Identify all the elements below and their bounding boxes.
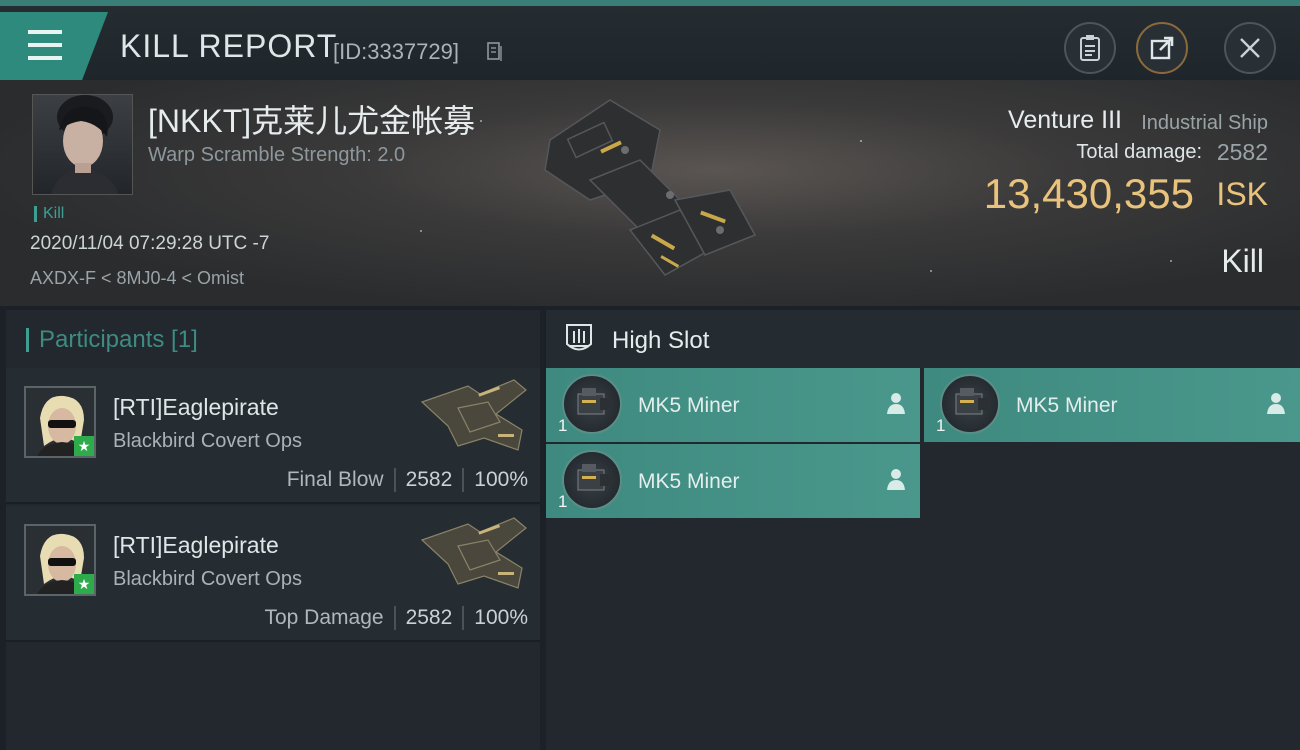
participant-name[interactable]: [RTI]Eaglepirate bbox=[113, 394, 279, 421]
final-blow-label: Final Blow bbox=[286, 468, 384, 491]
miner-module-icon bbox=[940, 374, 1000, 434]
blackbird-ship-icon[interactable] bbox=[418, 374, 530, 458]
total-damage-value: 2582 bbox=[1216, 139, 1268, 165]
menu-button[interactable] bbox=[0, 12, 108, 80]
participant-percent: 100% bbox=[474, 606, 528, 629]
participant-ship: Blackbird Covert Ops bbox=[113, 568, 302, 590]
victim-portrait[interactable] bbox=[32, 94, 133, 195]
participant-ship: Blackbird Covert Ops bbox=[113, 430, 302, 452]
isk-unit: ISK bbox=[1216, 176, 1268, 212]
participant-stats: Final Blow 2582 100% bbox=[287, 468, 528, 492]
fitting-panel: High Slot 1 MK5 Miner 1 MK5 Miner 1 MK5 … bbox=[546, 310, 1300, 750]
module-item[interactable]: 1 MK5 Miner bbox=[546, 368, 920, 442]
total-damage-label: Total damage: bbox=[1076, 141, 1202, 163]
person-icon bbox=[1267, 393, 1285, 414]
pilot-portrait-icon bbox=[51, 95, 119, 194]
miner-module-icon bbox=[562, 450, 622, 510]
kill-tag: Kill bbox=[34, 206, 64, 222]
person-icon bbox=[887, 469, 905, 490]
participants-panel: Participants [1] ★ [RTI]Eaglepirate Blac… bbox=[6, 310, 540, 750]
report-id: [ID:3337729] bbox=[333, 39, 459, 64]
victim-summary: [NKKT]克莱儿尤金帐募 Warp Scramble Strength: 2.… bbox=[0, 80, 1300, 306]
participant-damage: 2582 bbox=[405, 468, 453, 491]
share-icon bbox=[1150, 36, 1174, 60]
participant-stats: Top Damage 2582 100% bbox=[264, 606, 528, 630]
victim-name[interactable]: [NKKT]克莱儿尤金帐募 bbox=[148, 96, 475, 142]
avatar[interactable]: ★ bbox=[24, 524, 96, 596]
menu-icon bbox=[28, 30, 62, 34]
top-bar: KILL REPORT [ID:3337729] bbox=[0, 0, 1300, 80]
warp-scramble-strength: Warp Scramble Strength: 2.0 bbox=[148, 144, 406, 166]
miner-module-icon bbox=[562, 374, 622, 434]
copy-icon[interactable] bbox=[487, 42, 503, 62]
kill-result-label: Kill bbox=[1221, 243, 1264, 279]
top-damage-label: Top Damage bbox=[264, 606, 384, 629]
close-icon bbox=[1240, 38, 1260, 58]
page-title: KILL REPORT bbox=[120, 28, 338, 64]
isk-value: 13,430,355 bbox=[983, 170, 1194, 217]
person-icon bbox=[887, 393, 905, 414]
ship-class: Industrial Ship bbox=[1141, 112, 1268, 134]
high-slot-header: High Slot bbox=[546, 310, 1300, 368]
participant-percent: 100% bbox=[474, 468, 528, 491]
module-item[interactable]: 1 MK5 Miner bbox=[546, 444, 920, 518]
kill-location[interactable]: AXDX-F < 8MJ0-4 < Omist bbox=[30, 268, 244, 289]
module-quantity: 1 bbox=[936, 416, 946, 435]
participants-header: Participants [1] bbox=[26, 328, 198, 352]
avatar[interactable]: ★ bbox=[24, 386, 96, 458]
high-slot-icon bbox=[566, 324, 592, 351]
star-icon: ★ bbox=[74, 574, 94, 594]
kill-datetime: 2020/11/04 07:29:28 UTC -7 bbox=[30, 233, 270, 254]
module-item[interactable]: 1 MK5 Miner bbox=[924, 368, 1300, 442]
module-quantity: 1 bbox=[558, 416, 568, 435]
ship-name[interactable]: Venture III bbox=[1008, 106, 1122, 135]
participant-row[interactable]: ★ [RTI]Eaglepirate Blackbird Covert Ops … bbox=[6, 368, 540, 504]
venture-ship-image[interactable] bbox=[530, 90, 770, 290]
participant-name[interactable]: [RTI]Eaglepirate bbox=[113, 532, 279, 559]
participant-damage: 2582 bbox=[405, 606, 453, 629]
share-button[interactable] bbox=[1136, 22, 1188, 74]
clipboard-icon bbox=[1080, 35, 1100, 61]
module-name: MK5 Miner bbox=[638, 470, 740, 493]
clipboard-button[interactable] bbox=[1064, 22, 1116, 74]
module-quantity: 1 bbox=[558, 492, 568, 511]
star-icon: ★ bbox=[74, 436, 94, 456]
close-button[interactable] bbox=[1224, 22, 1276, 74]
participant-row[interactable]: ★ [RTI]Eaglepirate Blackbird Covert Ops … bbox=[6, 506, 540, 642]
high-slot-title: High Slot bbox=[612, 327, 710, 354]
module-name: MK5 Miner bbox=[1016, 394, 1118, 417]
module-name: MK5 Miner bbox=[638, 394, 740, 417]
blackbird-ship-icon[interactable] bbox=[418, 512, 530, 596]
